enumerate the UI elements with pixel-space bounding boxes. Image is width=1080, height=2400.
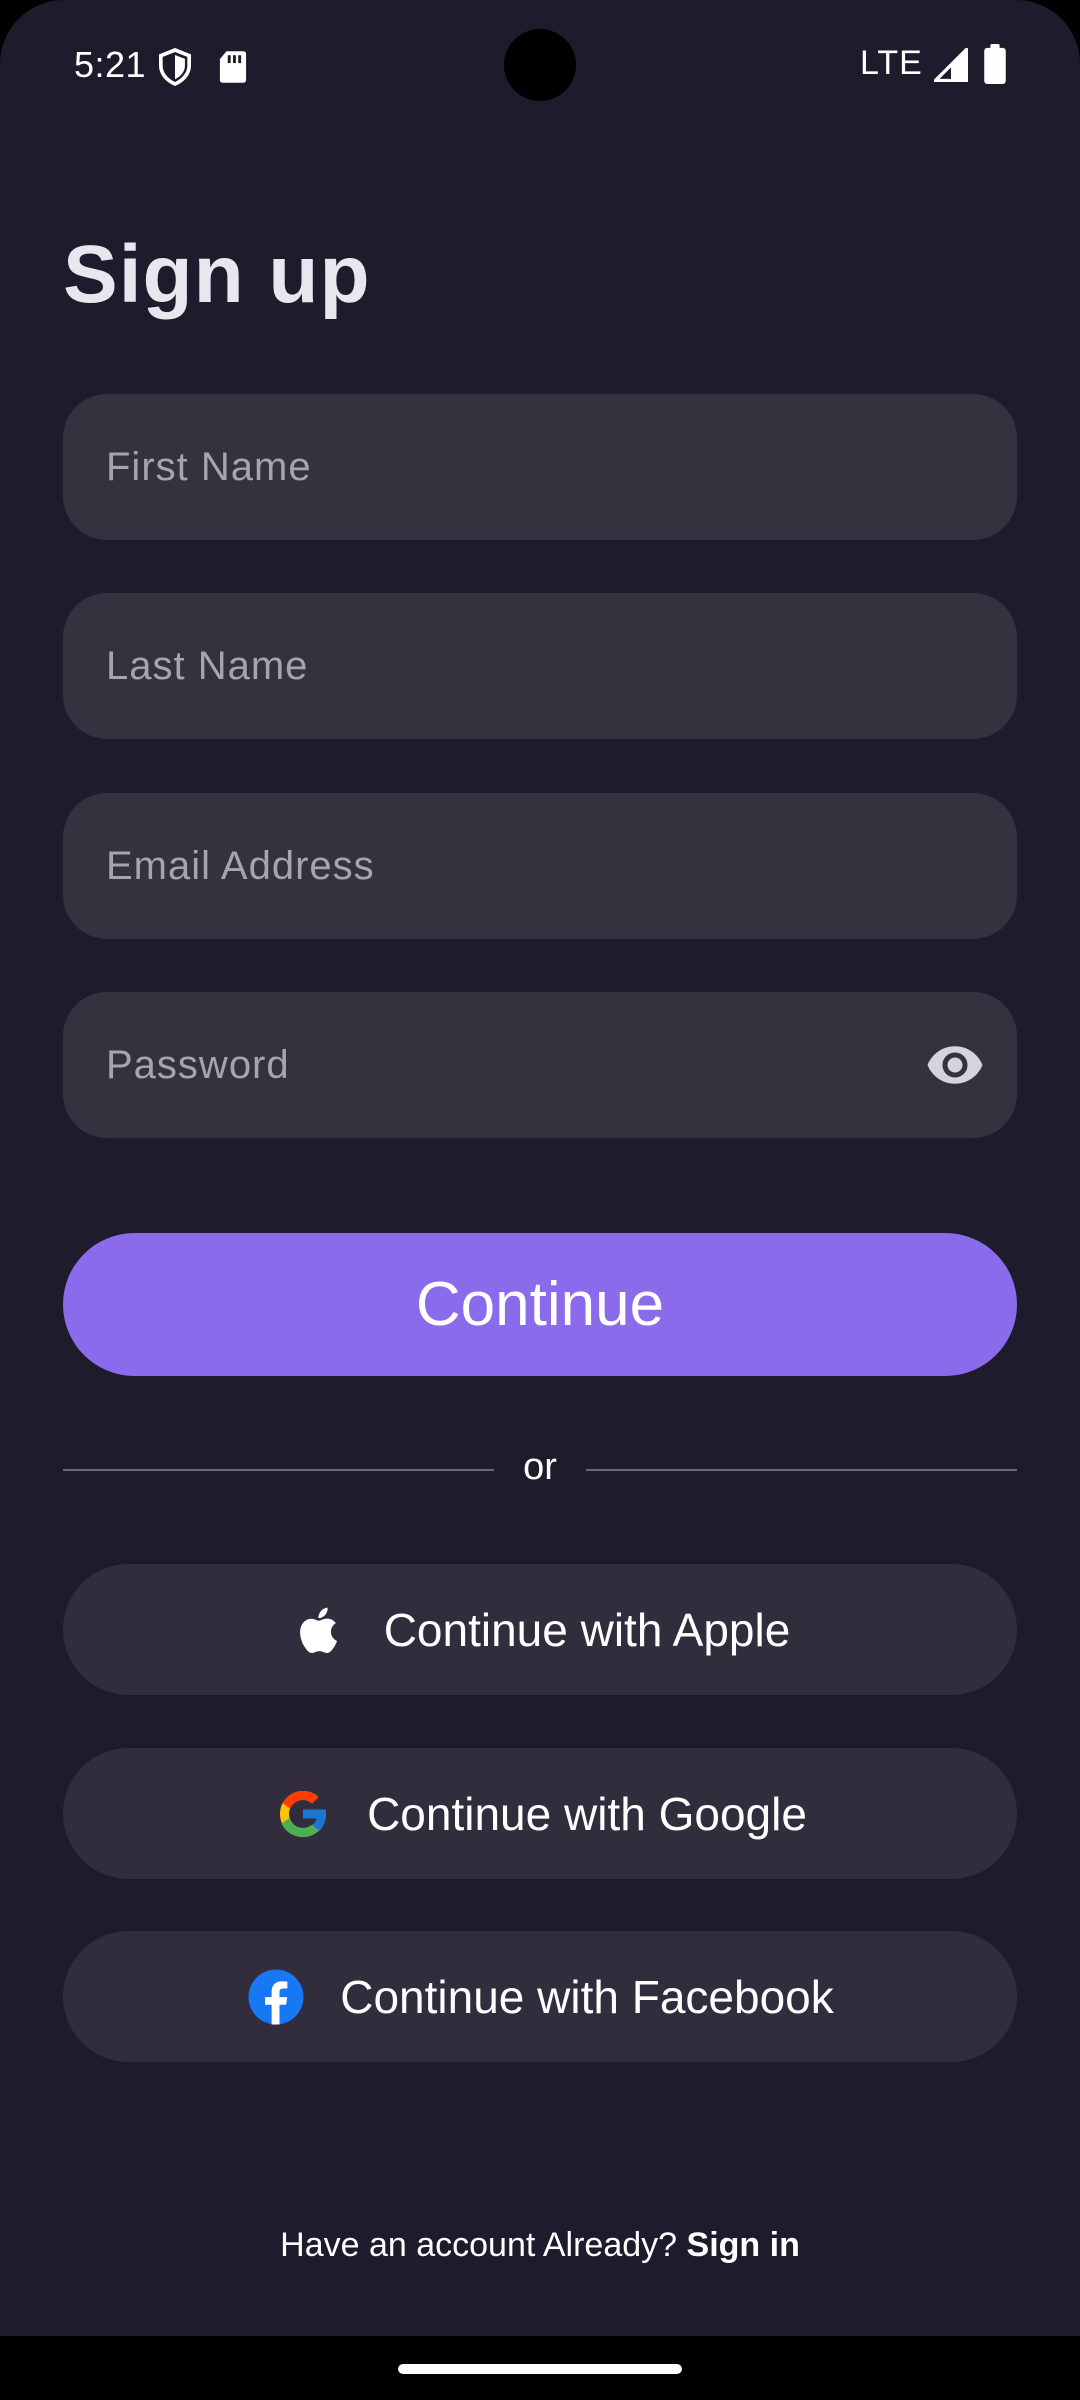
continue-with-google-button[interactable]: Continue with Google bbox=[63, 1748, 1017, 1879]
sign-in-prompt: Have an account Already? Sign in bbox=[0, 2226, 1080, 2265]
front-camera-cutout bbox=[504, 29, 576, 101]
status-time: 5:21 bbox=[74, 44, 147, 85]
eye-icon[interactable] bbox=[925, 1035, 985, 1095]
divider-line-left bbox=[63, 1469, 494, 1471]
continue-button[interactable]: Continue bbox=[63, 1233, 1017, 1376]
sign-up-screen: 5:21 LTE Sign up First Name Last Name Em… bbox=[0, 0, 1080, 2336]
apple-logo-icon bbox=[299, 1607, 337, 1653]
signal-icon bbox=[934, 48, 968, 82]
or-divider: or bbox=[63, 1440, 1017, 1500]
continue-with-facebook-button[interactable]: Continue with Facebook bbox=[63, 1931, 1017, 2062]
continue-with-apple-button[interactable]: Continue with Apple bbox=[63, 1564, 1017, 1695]
email-field[interactable] bbox=[63, 793, 1017, 939]
google-logo-icon bbox=[280, 1790, 328, 1837]
status-bar: 5:21 LTE bbox=[0, 0, 1080, 130]
last-name-field[interactable] bbox=[63, 593, 1017, 739]
first-name-field[interactable] bbox=[63, 394, 1017, 540]
divider-line-right bbox=[586, 1469, 1017, 1471]
sign-in-link[interactable]: Sign in bbox=[687, 2226, 800, 2264]
facebook-logo-icon bbox=[248, 1969, 304, 2024]
network-type-label: LTE bbox=[860, 44, 923, 82]
last-name-input[interactable] bbox=[63, 593, 1017, 739]
first-name-input[interactable] bbox=[63, 394, 1017, 540]
password-field[interactable] bbox=[63, 992, 1017, 1138]
sd-card-icon bbox=[219, 51, 247, 83]
divider-or-text: or bbox=[523, 1446, 557, 1488]
gesture-nav-handle[interactable] bbox=[398, 2364, 682, 2374]
email-input[interactable] bbox=[63, 793, 1017, 939]
page-title: Sign up bbox=[63, 229, 371, 320]
have-account-text: Have an account Already? bbox=[280, 2226, 678, 2264]
shield-icon bbox=[158, 48, 192, 86]
continue-with-facebook-label: Continue with Facebook bbox=[340, 1970, 834, 2023]
battery-icon bbox=[984, 44, 1006, 84]
password-input[interactable] bbox=[63, 992, 1017, 1138]
continue-with-google-label: Continue with Google bbox=[367, 1787, 807, 1840]
continue-with-apple-label: Continue with Apple bbox=[383, 1603, 791, 1656]
